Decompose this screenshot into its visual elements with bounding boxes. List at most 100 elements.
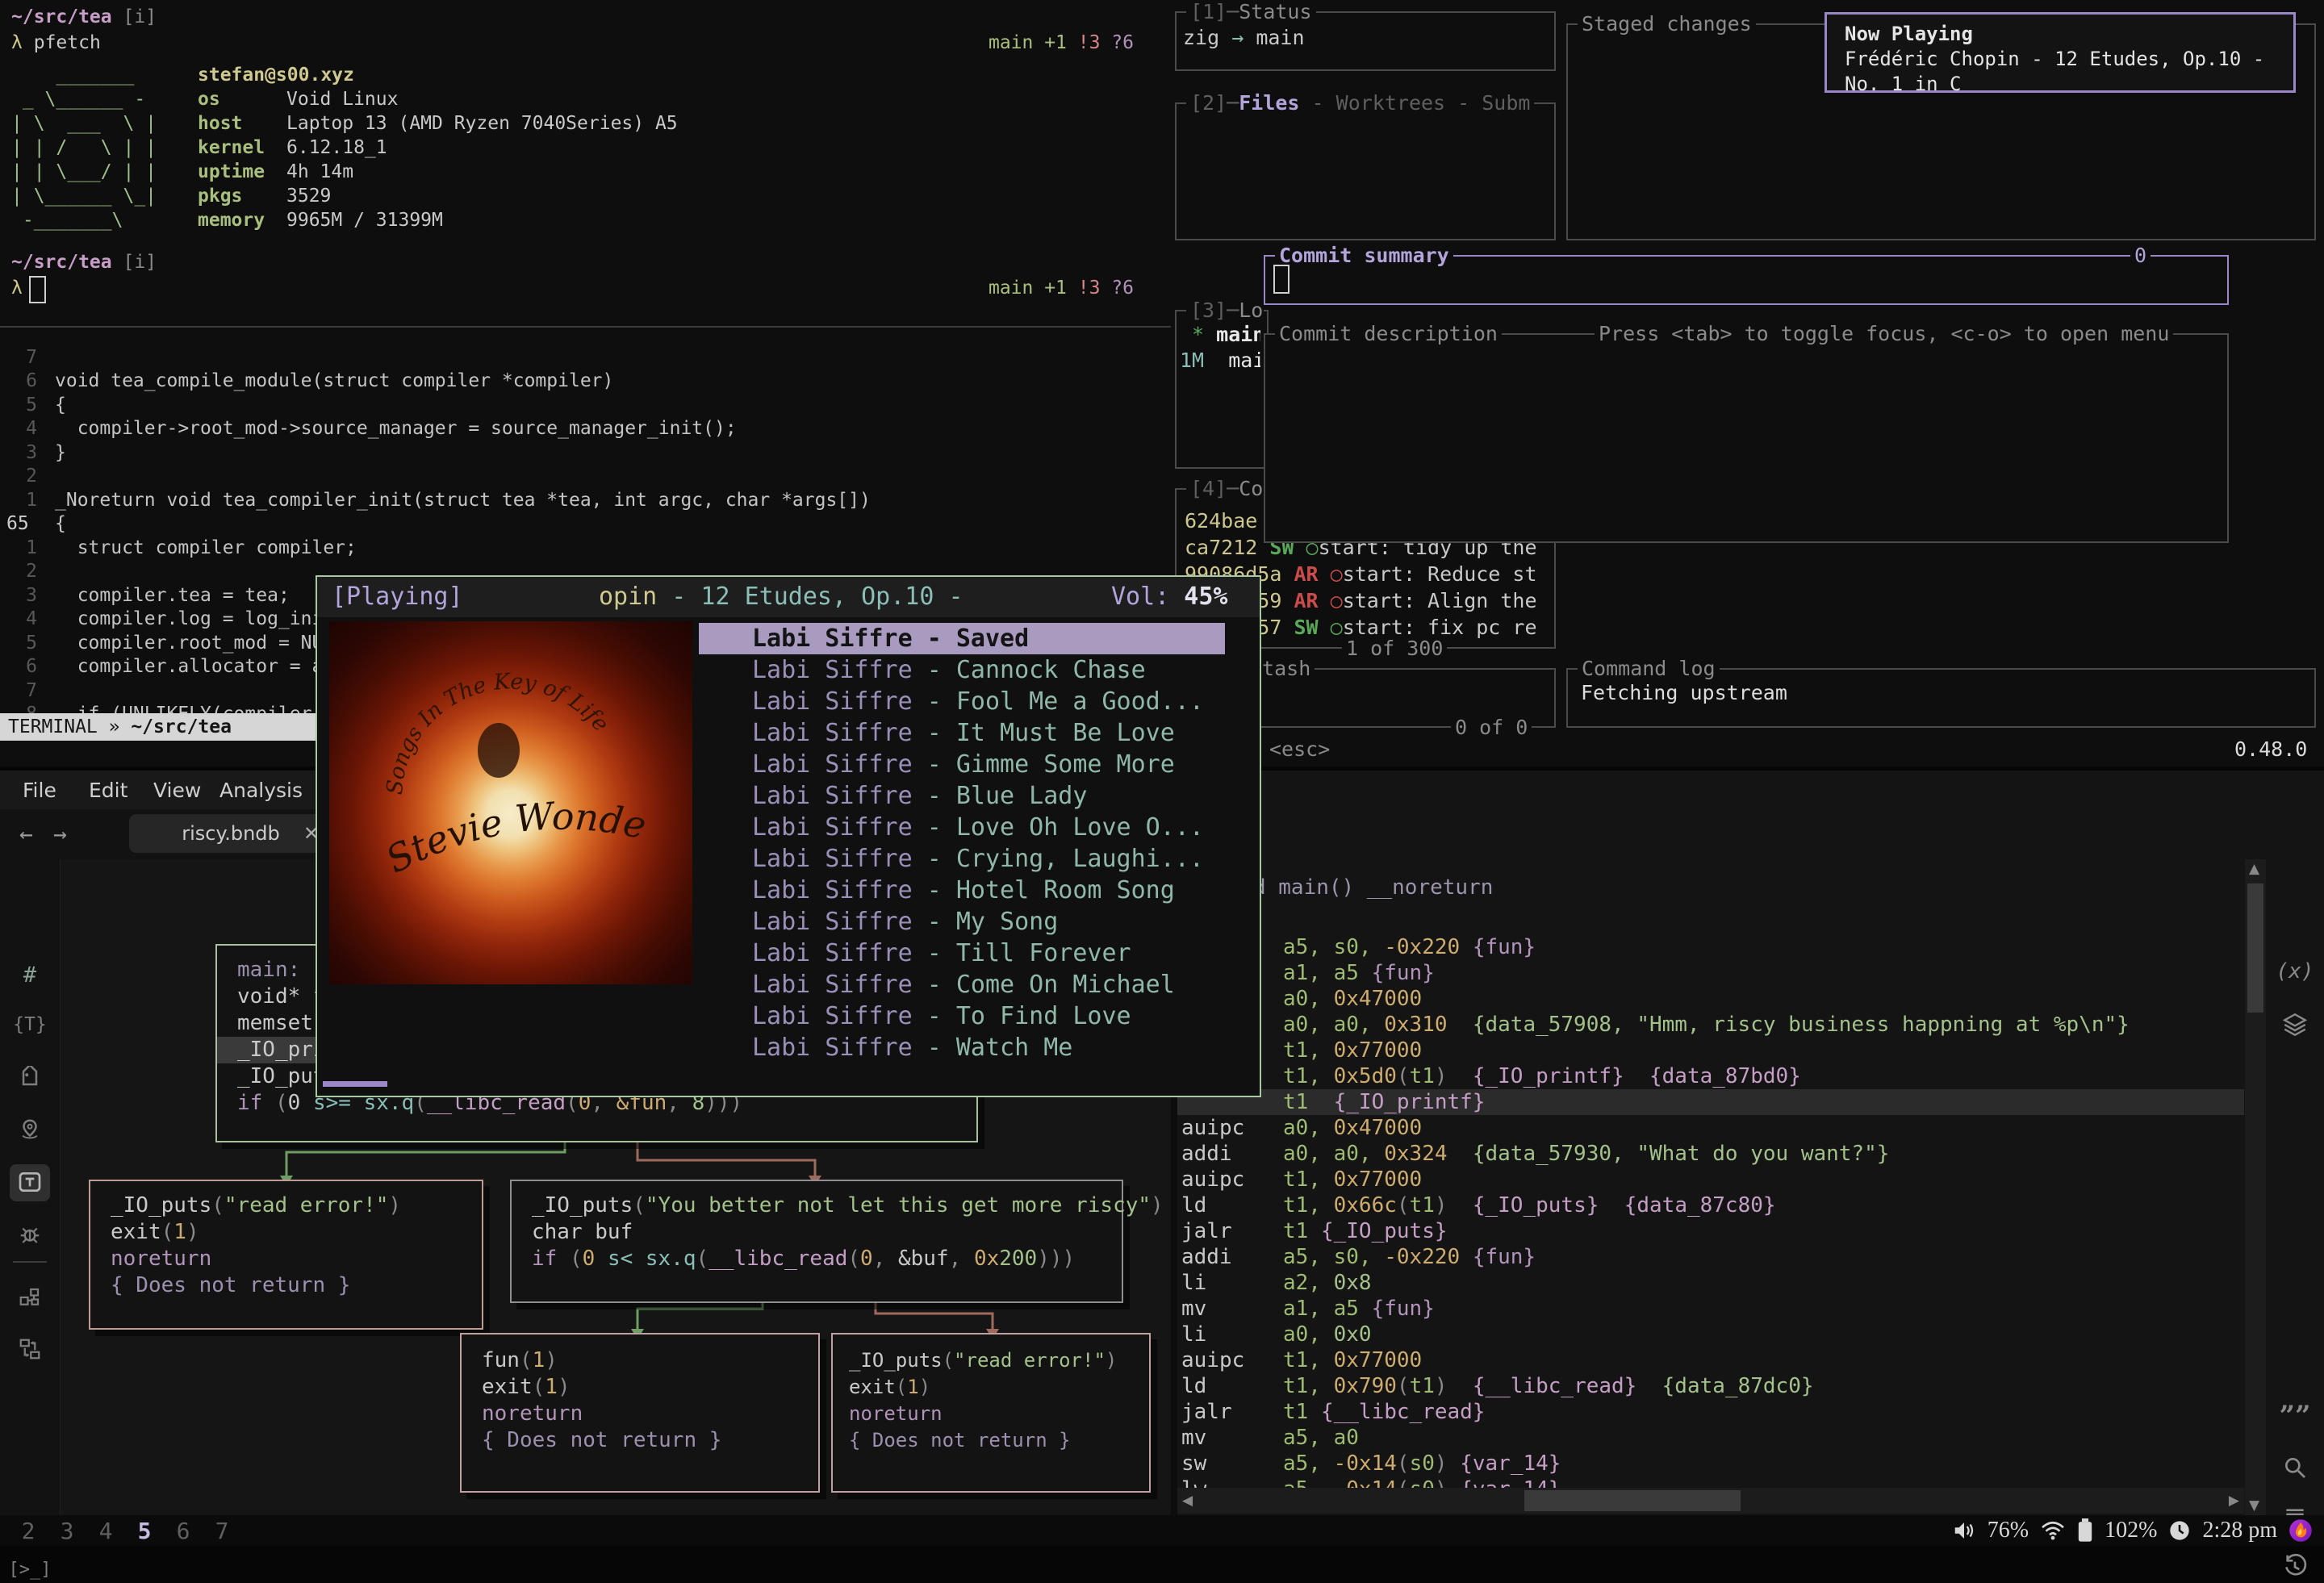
search-icon[interactable] — [2266, 1455, 2324, 1485]
git-status-panel[interactable]: [1]─Status zig → main — [1175, 11, 1556, 71]
notification-line2: No. 1 in C — [1827, 72, 2293, 97]
history-icon[interactable] — [2266, 1553, 2324, 1583]
playlist-row[interactable]: Labi Siffre - Cannock Chase — [699, 654, 1225, 686]
command-line: λ pfetch — [11, 31, 101, 55]
playlist-row[interactable]: Labi Siffre - Gimme Some More — [699, 749, 1225, 780]
commit-summary-count: 0 — [2130, 242, 2151, 269]
git-branches-title: [3]─Local branches — [1186, 297, 1264, 324]
flame-tray-icon[interactable] — [2288, 1518, 2313, 1543]
command-log-panel[interactable]: Command log Fetching upstream — [1566, 668, 2316, 728]
terminal-cursor — [29, 276, 46, 303]
player-state: [Playing] — [332, 581, 463, 612]
scroll-right-icon[interactable]: ▶ — [2229, 1493, 2239, 1509]
scroll-up-icon[interactable]: ▲ — [2249, 861, 2259, 877]
pfetch-art: _______ — [11, 63, 134, 87]
git-branch-status: zig → main — [1183, 24, 1305, 51]
pfetch-user-host: stefan@s00.xyz — [198, 63, 354, 87]
workspace-2[interactable]: 2 — [16, 1518, 40, 1544]
workspace-7[interactable]: 7 — [210, 1518, 234, 1544]
prompt-line-2: ~/src/tea [i] — [11, 250, 157, 274]
scroll-down-icon[interactable]: ▼ — [2249, 1497, 2259, 1514]
git-files-title: [2]─Files - Worktrees - Subm — [1186, 90, 1534, 116]
graph-layout-icon[interactable] — [0, 1285, 60, 1315]
wifi-icon[interactable] — [2040, 1520, 2066, 1541]
commit-summary-cursor[interactable] — [1273, 265, 1289, 294]
tag-icon[interactable] — [0, 1066, 60, 1096]
graph-node-riscy[interactable]: _IO_puts("You better not let this get mo… — [510, 1180, 1123, 1303]
commits-count: 1 of 300 — [1342, 635, 1447, 662]
swap-view-icon[interactable] — [0, 1337, 60, 1367]
workspace-6[interactable]: 6 — [171, 1518, 195, 1544]
sidebar-divider — [13, 1261, 47, 1263]
clock-icon[interactable] — [2168, 1519, 2191, 1542]
playlist-row[interactable]: Labi Siffre - Crying, Laughi... — [699, 843, 1225, 875]
player-progress-bar[interactable] — [323, 1081, 387, 1087]
playlist-row[interactable]: Labi Siffre - To Find Love — [699, 1000, 1225, 1032]
status-bar: 2 3 4 5 6 7 76% 102% 2:28 pm — [0, 1515, 2324, 1546]
nav-back-icon[interactable]: ← — [19, 821, 33, 847]
nav-forward-icon[interactable]: → — [53, 821, 67, 847]
gitui-version: 0.48.0 — [2234, 736, 2307, 762]
playlist-row[interactable]: Labi Siffre - My Song — [699, 906, 1225, 938]
now-playing-notification[interactable]: Now Playing Frédéric Chopin - 12 Etudes,… — [1825, 12, 2296, 93]
menu-analysis[interactable]: Analysis — [219, 779, 303, 802]
player-volume: Vol: 45% — [1111, 581, 1228, 612]
menu-view[interactable]: View — [153, 779, 201, 802]
prompt-mode: [i] — [112, 6, 157, 27]
status-time: 2:28 pm — [2202, 1518, 2277, 1543]
git-status-segment: main +1 !3 ?6 — [989, 31, 1134, 55]
battery-icon[interactable] — [2077, 1518, 2093, 1543]
debugger-icon[interactable] — [0, 1222, 60, 1252]
command-log-content: Fetching upstream — [1581, 679, 1787, 706]
branch-row[interactable]: 1M main — [1180, 347, 1260, 374]
playlist-row[interactable]: Labi Siffre - It Must Be Love — [699, 717, 1225, 749]
xrefs-icon[interactable]: # — [0, 963, 60, 988]
commit-summary-box[interactable]: Commit summary 0 — [1264, 255, 2229, 305]
git-files-panel[interactable]: [2]─Files - Worktrees - Subm — [1175, 102, 1556, 240]
commit-description-box[interactable]: Commit description Press <tab> to toggle… — [1264, 333, 2229, 543]
graph-node-fun[interactable]: fun(1) exit(1) noreturn { Does not retur… — [460, 1333, 820, 1493]
location-icon[interactable] — [0, 1117, 60, 1147]
tab-riscy-bndb[interactable]: riscy.bndb✕ — [129, 814, 332, 853]
album-art: Songs In The Key of Life Stevie Wonder — [329, 621, 692, 984]
vertical-scrollbar[interactable]: ▲ ▼ — [2245, 859, 2266, 1515]
playlist-row-selected[interactable]: Labi Siffre - Saved — [699, 623, 1225, 654]
text-view-icon[interactable] — [0, 1169, 60, 1201]
command-log-title: Command log — [1578, 655, 1720, 682]
git-tui-window: [1]─Status zig → main Staged changes [2]… — [1171, 0, 2324, 766]
menu-edit[interactable]: Edit — [89, 779, 127, 802]
music-player-window: [Playing] opin - 12 Etudes, Op.10 - Vol:… — [316, 575, 1261, 1097]
playlist-row[interactable]: Labi Siffre - Fool Me a Good... — [699, 686, 1225, 717]
hscroll-thumb[interactable] — [1524, 1490, 1741, 1511]
playlist-row[interactable]: Labi Siffre - Love Oh Love O... — [699, 812, 1225, 843]
horizontal-scrollbar[interactable]: ◀ ▶ — [1177, 1488, 2244, 1514]
workspace-4[interactable]: 4 — [94, 1518, 118, 1544]
player-track-title: opin - 12 Etudes, Op.10 - — [599, 581, 978, 612]
commit-description-title: Commit description — [1275, 320, 1502, 347]
menu-file[interactable]: File — [23, 779, 56, 802]
graph-node-read-error-right[interactable]: _IO_puts("read error!") exit(1) noreturn… — [831, 1333, 1151, 1493]
graph-node-read-error-left[interactable]: _IO_puts("read error!") exit(1) noreturn… — [89, 1180, 483, 1330]
strings-icon[interactable]: ”” — [2266, 1400, 2324, 1432]
workspace-5-active[interactable]: 5 — [132, 1518, 157, 1544]
scroll-left-icon[interactable]: ◀ — [1182, 1493, 1193, 1509]
vscroll-thumb[interactable] — [2247, 883, 2263, 1013]
staged-changes-title: Staged changes — [1578, 10, 1756, 37]
variables-icon[interactable]: (x) — [2266, 959, 2324, 984]
esc-hint: <esc> — [1269, 736, 1330, 762]
playlist-row[interactable]: Labi Siffre - Blue Lady — [699, 780, 1225, 812]
volume-icon[interactable] — [1952, 1520, 1976, 1541]
playlist-row[interactable]: Labi Siffre - Hotel Room Song — [699, 875, 1225, 906]
git-status-title: [1]─Status — [1186, 0, 1316, 25]
terminal-panel-icon[interactable]: [>_] — [0, 1560, 60, 1580]
playlist-row[interactable]: Labi Siffre - Watch Me — [699, 1032, 1225, 1063]
types-icon[interactable]: {T} — [0, 1014, 60, 1035]
playlist-row[interactable]: Labi Siffre - Till Forever — [699, 938, 1225, 969]
branch-row[interactable]: * main — [1180, 321, 1260, 348]
playlist-row[interactable]: Labi Siffre - Come On Michael — [699, 969, 1225, 1000]
layers-icon[interactable] — [2266, 1011, 2324, 1042]
workspace-3[interactable]: 3 — [55, 1518, 79, 1544]
git-branches-panel[interactable]: [3]─Local branches * main 1M main — [1175, 310, 1269, 469]
right-icon-sidebar: (x) ”” — [2266, 858, 2324, 1515]
player-titlebar: [Playing] opin - 12 Etudes, Op.10 - Vol:… — [317, 577, 1260, 617]
